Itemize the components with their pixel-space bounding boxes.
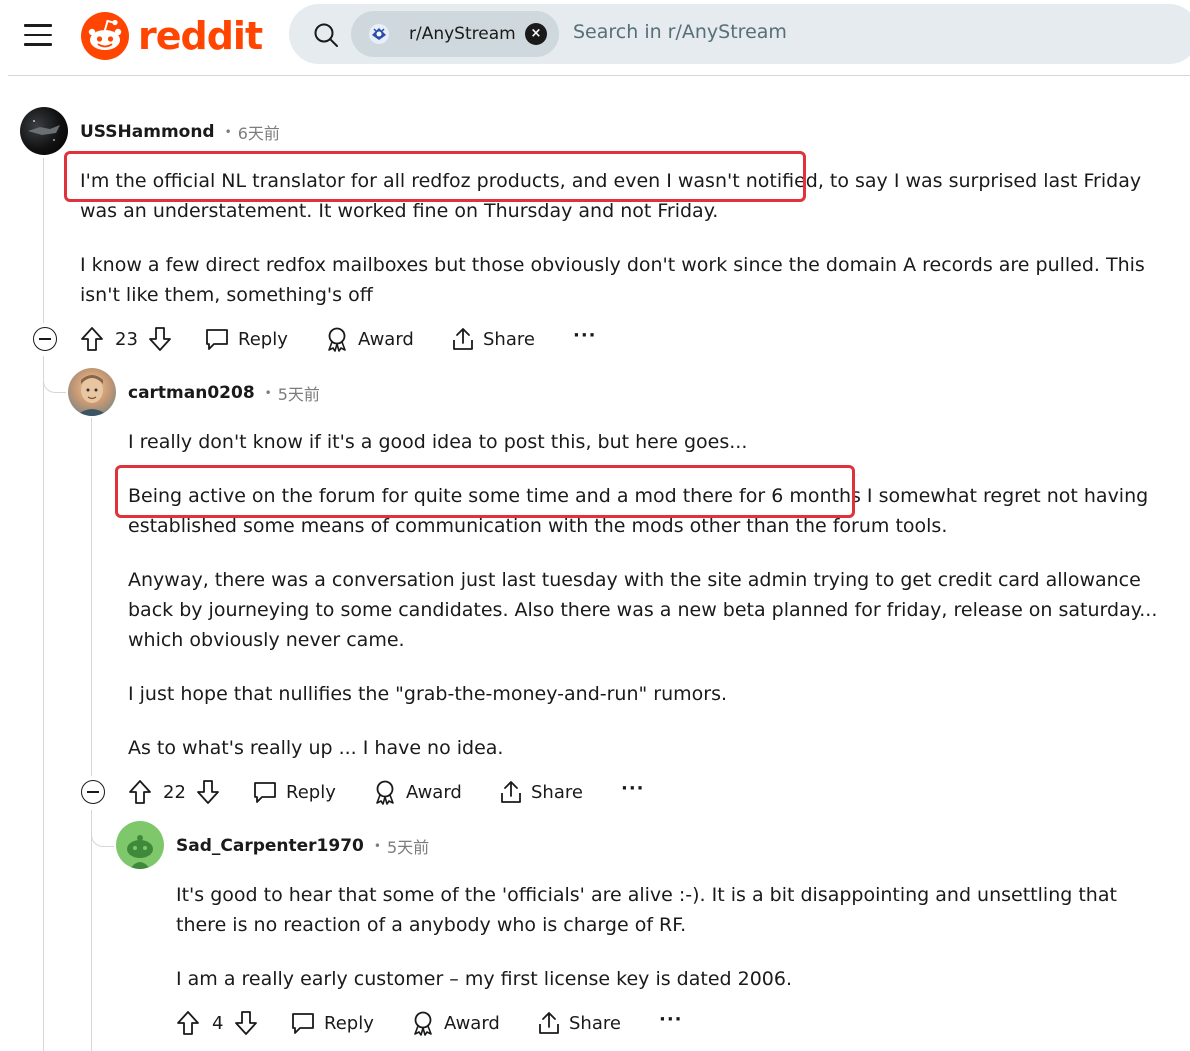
reply-label: Reply [324,1012,374,1034]
thread-elbow [91,810,114,847]
menu-icon[interactable] [24,24,52,46]
upvote-icon [177,1011,199,1035]
more-icon[interactable]: ··· [659,1011,683,1029]
reddit-logo[interactable]: reddit [80,10,263,62]
reddit-snoo-icon [127,835,153,869]
comment-author[interactable]: USSHammond [80,122,215,142]
comment-paragraph: I really don't know if it's a good idea … [128,431,748,453]
search-input[interactable] [573,21,1133,43]
comment-time[interactable]: 5天前 [278,381,320,405]
vote-count: 23 [115,328,138,350]
share-icon [501,781,521,803]
reply-label: Reply [286,781,336,803]
reddit-snoo-icon [81,12,129,60]
avatar-image [76,375,108,416]
reply-button[interactable]: Reply [204,322,288,356]
award-icon [376,780,394,805]
comment-author[interactable]: cartman0208 [128,383,255,403]
subreddit-avatar [369,24,389,44]
header: reddit r/AnyStream × [0,0,1190,76]
share-button[interactable]: Share [499,775,583,809]
comment-paragraph: I know a few direct redfox mailboxes but… [80,254,1145,306]
comment-paragraph: It's good to hear that some of the 'offi… [176,884,1117,936]
award-button[interactable]: Award [372,775,462,809]
thread-line [43,356,44,1051]
award-button[interactable]: Award [410,1006,500,1040]
comment-icon [206,329,228,350]
vote-count: 22 [163,781,186,803]
collapse-icon[interactable] [33,327,57,351]
share-label: Share [531,781,583,803]
close-icon[interactable]: × [525,23,547,45]
award-icon [414,1011,432,1036]
upvote-icon [129,780,151,804]
downvote-icon [149,327,171,351]
comment-author[interactable]: Sad_Carpenter1970 [176,836,364,856]
search-bar[interactable]: r/AnyStream × [289,4,1190,64]
comment-time[interactable]: 6天前 [238,120,280,144]
comment-icon [254,782,276,803]
downvote-button[interactable] [234,1006,258,1040]
award-label: Award [358,328,414,350]
thread-line [91,810,92,1051]
collapse-icon[interactable] [81,780,105,804]
award-button[interactable]: Award [324,322,414,356]
comment-actions: 22 Reply Award Share ··· [80,775,680,809]
avatar-image [28,120,60,141]
share-button[interactable]: Share [537,1006,621,1040]
upvote-button[interactable] [176,1006,200,1040]
thread-line [43,158,44,323]
share-label: Share [483,328,535,350]
downvote-icon [197,780,219,804]
more-icon[interactable]: ··· [621,780,645,798]
avatar[interactable] [116,821,164,869]
share-icon [539,1012,559,1034]
comment-paragraph: As to what's really up ... I have no ide… [128,737,504,759]
downvote-button[interactable] [148,322,172,356]
downvote-button[interactable] [196,775,220,809]
share-button[interactable]: Share [451,322,535,356]
comment-paragraph: Anyway, there was a conversation just la… [128,569,1158,651]
award-icon [328,327,346,352]
comment-time[interactable]: 5天前 [387,834,429,858]
downvote-icon [235,1011,257,1035]
upvote-icon [81,327,103,351]
avatar[interactable] [68,368,116,416]
reply-button[interactable]: Reply [290,1006,374,1040]
share-icon [453,328,473,350]
more-icon[interactable]: ··· [573,327,597,345]
comment-paragraph: I just hope that nullifies the "grab-the… [128,683,728,705]
reply-button[interactable]: Reply [252,775,336,809]
comment-paragraph: I am a really early customer – my first … [176,968,793,990]
reply-label: Reply [238,328,288,350]
meta-separator: • [264,386,272,400]
subreddit-filter-chip[interactable]: r/AnyStream × [351,11,559,57]
upvote-button[interactable] [80,322,104,356]
logo-wordmark: reddit [138,14,263,58]
subreddit-chip-label: r/AnyStream [409,24,516,44]
comment-actions: 23 Reply Award Share ··· [32,322,632,356]
highlight-box [115,465,855,518]
meta-separator: • [224,125,232,139]
award-label: Award [444,1012,500,1034]
comment-actions: 4 Reply Award Share ··· [128,1006,728,1040]
avatar[interactable] [20,107,68,155]
header-divider [8,75,1190,76]
vote-count: 4 [212,1012,224,1034]
comment-icon [292,1013,314,1034]
award-label: Award [406,781,462,803]
meta-separator: • [373,839,381,853]
thread-elbow [43,356,66,393]
upvote-button[interactable] [128,775,152,809]
thread-line [91,418,92,776]
highlight-box [64,151,806,202]
search-icon [314,23,338,47]
share-label: Share [569,1012,621,1034]
